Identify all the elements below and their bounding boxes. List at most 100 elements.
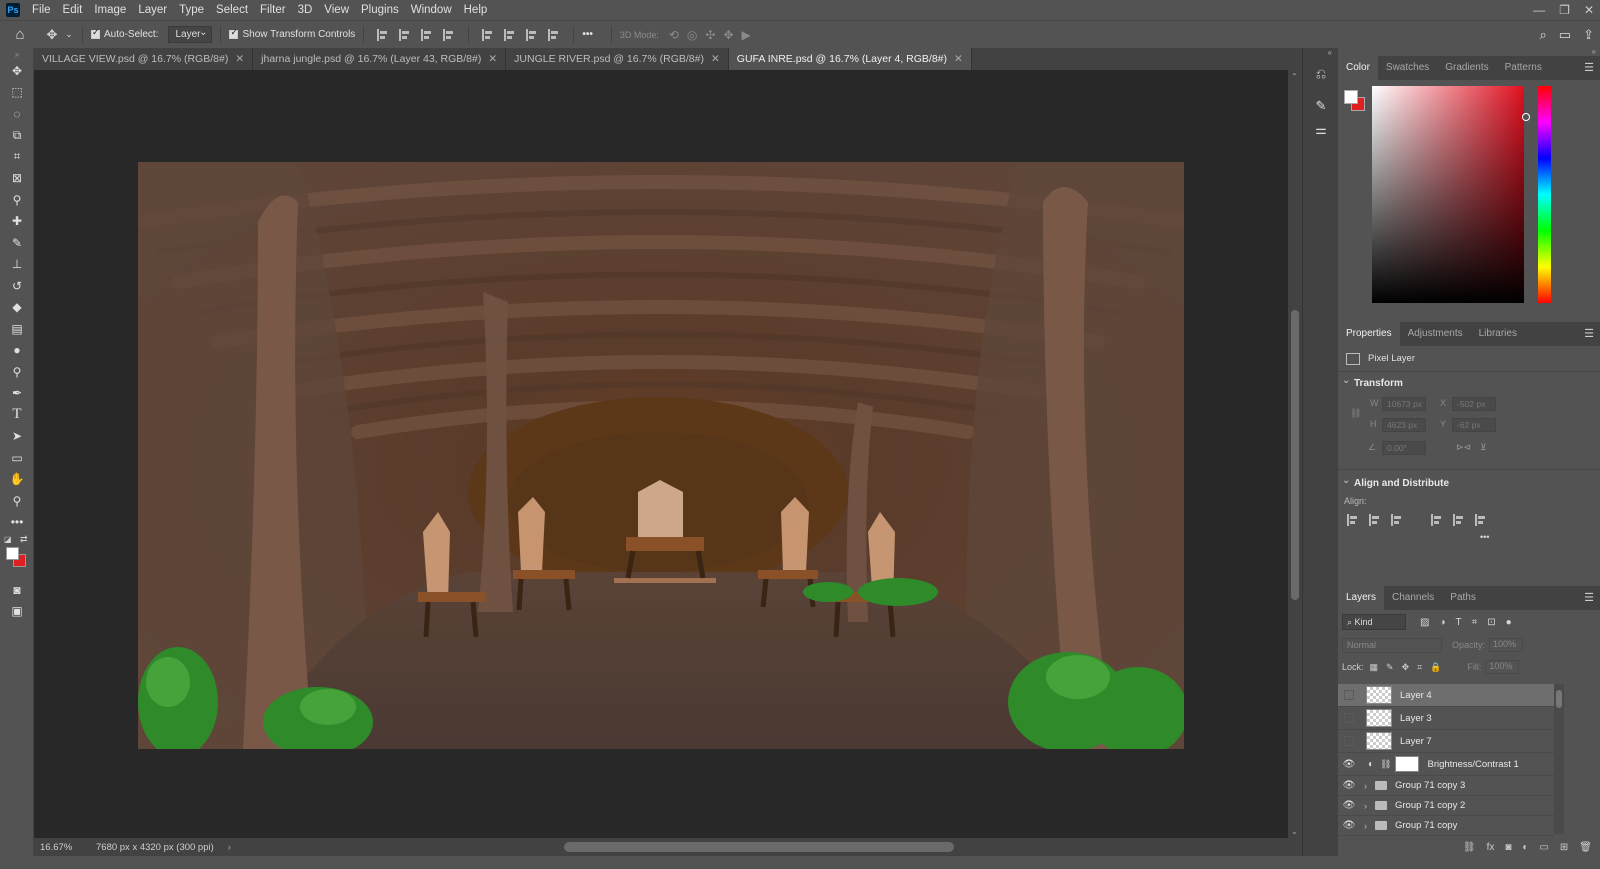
layer-name[interactable]: Layer 4 bbox=[1400, 690, 1432, 701]
crop-tool-icon[interactable]: ⌗ bbox=[0, 146, 34, 168]
lock-position-icon[interactable]: ✥ bbox=[1402, 662, 1410, 673]
history-brush-tool-icon[interactable]: ↺ bbox=[0, 275, 34, 297]
layer-name[interactable]: Group 71 copy 3 bbox=[1395, 780, 1465, 791]
y-field[interactable]: -62 px bbox=[1452, 418, 1496, 432]
clone-stamp-tool-icon[interactable]: ⊥ bbox=[0, 254, 34, 276]
angle-field[interactable]: 0.00° bbox=[1382, 441, 1426, 455]
new-layer-icon[interactable]: ⊞ bbox=[1560, 842, 1568, 853]
zoom-level[interactable]: 16.67% bbox=[40, 842, 80, 853]
layers-scroll-thumb[interactable] bbox=[1556, 690, 1562, 708]
height-field[interactable]: 4623 px bbox=[1382, 418, 1426, 432]
panel-menu-icon[interactable]: ☰ bbox=[1584, 591, 1594, 604]
frame-tool-icon[interactable]: ⊠ bbox=[0, 168, 34, 190]
doc-tab-active[interactable]: GUFA INRE.psd @ 16.7% (Layer 4, RGB/8#) ✕ bbox=[728, 48, 972, 70]
vertical-scroll-thumb[interactable] bbox=[1291, 310, 1299, 600]
canvas-area[interactable] bbox=[34, 70, 1288, 838]
close-tab-icon[interactable]: ✕ bbox=[488, 53, 497, 65]
adjustments-panel-icon[interactable]: ⚌ bbox=[1303, 118, 1339, 142]
tab-layers[interactable]: Layers bbox=[1338, 586, 1385, 610]
share-icon[interactable]: ⇪ bbox=[1583, 27, 1594, 43]
tab-gradients[interactable]: Gradients bbox=[1437, 56, 1496, 80]
align-bottom-icon[interactable] bbox=[526, 28, 538, 41]
home-icon[interactable]: ⌂ bbox=[0, 26, 40, 43]
menu-filter[interactable]: Filter bbox=[254, 0, 292, 20]
close-tab-icon[interactable]: ✕ bbox=[954, 53, 963, 65]
blend-mode-dropdown[interactable]: Normal bbox=[1342, 637, 1442, 653]
scroll-down-icon[interactable]: ⌄ bbox=[1291, 827, 1298, 836]
foreground-color-swatch[interactable] bbox=[1344, 90, 1358, 104]
opacity-field[interactable]: 100% bbox=[1489, 638, 1524, 652]
auto-select-checkbox[interactable] bbox=[91, 27, 100, 39]
foreground-color-swatch[interactable] bbox=[6, 547, 19, 560]
tab-paths[interactable]: Paths bbox=[1442, 586, 1484, 610]
mask-link-icon[interactable]: ⛓ bbox=[1380, 759, 1391, 770]
lasso-tool-icon[interactable]: ◌ bbox=[0, 103, 34, 125]
align-right-icon[interactable] bbox=[421, 28, 433, 41]
more-tools-icon[interactable]: ••• bbox=[0, 512, 34, 534]
align-middle-icon[interactable] bbox=[504, 28, 516, 41]
width-field[interactable]: 10673 px bbox=[1382, 397, 1426, 411]
layer-style-icon[interactable]: fx bbox=[1487, 842, 1495, 853]
lock-all-icon[interactable]: 🔒 bbox=[1430, 662, 1441, 673]
collapse-dock-icon[interactable]: « bbox=[1303, 48, 1338, 62]
layer-row[interactable]: 👁 ◐ ⛓ Brightness/Contrast 1 bbox=[1338, 753, 1554, 776]
tab-properties[interactable]: Properties bbox=[1338, 322, 1400, 346]
filter-kind-dropdown[interactable]: ⌕ Kind bbox=[1342, 614, 1406, 630]
hue-slider[interactable] bbox=[1538, 86, 1551, 303]
layer-name[interactable]: Layer 7 bbox=[1400, 736, 1432, 747]
lock-transparent-icon[interactable]: ▦ bbox=[1370, 662, 1379, 673]
search-icon[interactable]: ⌕ bbox=[1540, 27, 1547, 43]
visibility-toggle[interactable] bbox=[1344, 690, 1354, 700]
color-picker-cursor[interactable] bbox=[1522, 113, 1530, 121]
eye-icon[interactable]: 👁 bbox=[1340, 759, 1358, 770]
menu-layer[interactable]: Layer bbox=[132, 0, 173, 20]
tab-adjustments[interactable]: Adjustments bbox=[1400, 322, 1471, 346]
blur-tool-icon[interactable]: ● bbox=[0, 340, 34, 362]
close-tab-icon[interactable]: ✕ bbox=[235, 53, 244, 65]
layer-group-row[interactable]: 👁 › Group 71 copy 3 bbox=[1338, 776, 1554, 796]
doc-tab[interactable]: jharna jungle.psd @ 16.7% (Layer 43, RGB… bbox=[253, 48, 507, 70]
align-left-icon[interactable] bbox=[1347, 514, 1359, 526]
eyedropper-tool-icon[interactable]: ⚲ bbox=[0, 189, 34, 211]
link-layers-icon[interactable]: ⛓ bbox=[1463, 842, 1476, 853]
move-tool-icon[interactable]: ✥ bbox=[0, 60, 34, 82]
eye-icon[interactable]: 👁 bbox=[1340, 780, 1358, 791]
move-tool-icon[interactable]: ✥ bbox=[40, 27, 64, 43]
menu-select[interactable]: Select bbox=[210, 0, 254, 20]
distribute-vertical-icon[interactable] bbox=[443, 28, 455, 41]
new-group-icon[interactable]: ▭ bbox=[1539, 842, 1548, 853]
filter-toggle-icon[interactable]: ● bbox=[1506, 617, 1512, 628]
menu-window[interactable]: Window bbox=[405, 0, 458, 20]
layer-group-row[interactable]: 👁 › Group 71 copy 2 bbox=[1338, 796, 1554, 816]
align-distribute-header[interactable]: Align and Distribute bbox=[1338, 471, 1600, 494]
visibility-toggle[interactable] bbox=[1344, 713, 1354, 723]
brush-tool-icon[interactable]: ✎ bbox=[0, 232, 34, 254]
show-transform-checkbox[interactable] bbox=[229, 27, 239, 39]
add-mask-icon[interactable]: ◙ bbox=[1505, 842, 1511, 853]
marquee-tool-icon[interactable]: ⬚ bbox=[0, 82, 34, 104]
doc-tab[interactable]: JUNGLE RIVER.psd @ 16.7% (RGB/8#) ✕ bbox=[506, 48, 729, 70]
menu-view[interactable]: View bbox=[318, 0, 355, 20]
path-select-tool-icon[interactable]: ➤ bbox=[0, 426, 34, 448]
filter-adjustment-icon[interactable]: ◑ bbox=[1439, 617, 1445, 628]
layer-row[interactable]: Layer 3 bbox=[1338, 707, 1554, 730]
eraser-tool-icon[interactable]: ◆ bbox=[0, 297, 34, 319]
align-center-icon[interactable] bbox=[399, 28, 411, 41]
filter-shape-icon[interactable]: ⌗ bbox=[1472, 617, 1478, 628]
flip-vertical-icon[interactable]: ⊻ bbox=[1480, 442, 1487, 453]
menu-plugins[interactable]: Plugins bbox=[355, 0, 405, 20]
layer-name[interactable]: Group 71 copy 2 bbox=[1395, 800, 1465, 811]
vertical-scrollbar[interactable]: ⌃ ⌄ bbox=[1288, 70, 1302, 838]
collapse-panels-icon[interactable]: » bbox=[1338, 48, 1600, 56]
layer-row[interactable]: Layer 4 bbox=[1338, 684, 1554, 707]
layer-name[interactable]: Layer 3 bbox=[1400, 713, 1432, 724]
quick-mask-icon[interactable]: ◙ bbox=[0, 579, 34, 601]
restore-icon[interactable]: ❐ bbox=[1559, 3, 1570, 17]
align-middle-icon[interactable] bbox=[1453, 514, 1465, 526]
rectangle-tool-icon[interactable]: ▭ bbox=[0, 447, 34, 469]
gradient-tool-icon[interactable]: ▤ bbox=[0, 318, 34, 340]
menu-3d[interactable]: 3D bbox=[292, 0, 319, 20]
scroll-up-icon[interactable]: ⌃ bbox=[1291, 72, 1298, 81]
pen-tool-icon[interactable]: ✒ bbox=[0, 383, 34, 405]
expand-group-chevron-icon[interactable]: › bbox=[1364, 781, 1367, 791]
